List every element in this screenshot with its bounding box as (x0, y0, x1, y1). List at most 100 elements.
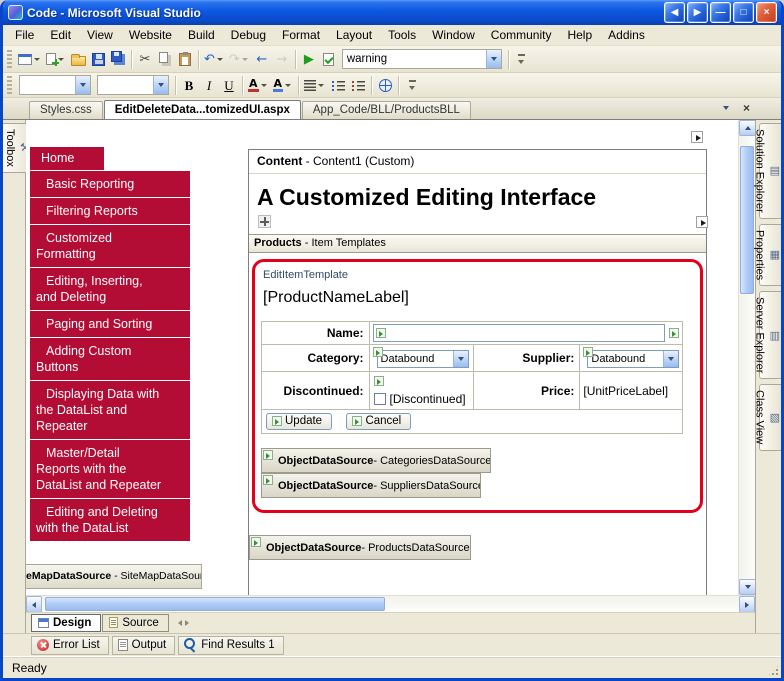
suppliers-datasource-control[interactable]: ObjectDataSource - SuppliersDataSource (261, 473, 481, 498)
content-placeholder[interactable]: Content - Content1 (Custom) A Customized… (248, 149, 707, 595)
menu-item-addins[interactable]: Addins (600, 26, 653, 45)
unit-price-label[interactable]: [UnitPriceLabel] (583, 384, 668, 398)
new-project-button[interactable] (16, 48, 44, 70)
formview-smart-tag-glyph[interactable] (696, 216, 708, 228)
italic-button[interactable]: I (199, 74, 219, 96)
supplier-dropdown[interactable]: Databound (587, 350, 679, 368)
nav-item-4[interactable]: Paging and Sorting (30, 311, 190, 337)
dropdown-arrow-icon[interactable] (283, 84, 293, 87)
vertical-scroll-thumb[interactable] (740, 146, 754, 294)
active-files-dropdown-button[interactable] (718, 101, 733, 115)
panel-tab-solution-explorer[interactable]: ▤Solution Explorer (759, 123, 781, 219)
open-file-button[interactable] (68, 48, 88, 70)
nav-item-2[interactable]: Customized Formatting (30, 225, 190, 267)
horizontal-scrollbar[interactable] (26, 595, 755, 612)
smart-tag-glyph[interactable] (263, 475, 273, 485)
underline-button[interactable]: U (219, 74, 239, 96)
style-combo[interactable] (19, 75, 91, 95)
alignment-button[interactable] (302, 74, 328, 96)
databinding-glyph[interactable] (373, 347, 383, 357)
menu-item-website[interactable]: Website (121, 26, 180, 45)
cut-button[interactable]: ✂ (135, 48, 155, 70)
tab-scroll-right-button[interactable] (185, 620, 189, 626)
output-tab[interactable]: Output (112, 636, 176, 655)
design-surface[interactable]: Home Basic ReportingFiltering ReportsCus… (26, 120, 738, 595)
smart-tag-glyph[interactable] (251, 537, 261, 547)
smart-tag-glyph[interactable] (263, 450, 273, 460)
tab-scroll-left-button[interactable] (178, 620, 182, 626)
categories-datasource-control[interactable]: ObjectDataSource - CategoriesDataSource (261, 448, 491, 473)
titlebar[interactable]: Code - Microsoft Visual Studio ◀▶—□× (3, 0, 781, 25)
menu-item-format[interactable]: Format (274, 26, 328, 45)
check-page-button[interactable] (319, 48, 339, 70)
scroll-left-button[interactable] (26, 596, 42, 613)
nav-item-5[interactable]: Adding Custom Buttons (30, 338, 190, 380)
document-tab[interactable]: App_Code/BLL/ProductsBLL (302, 101, 471, 119)
validator-glyph[interactable] (669, 328, 679, 338)
source-view-tab[interactable]: Source (102, 614, 168, 632)
databinding-glyph[interactable] (374, 376, 384, 386)
formview-header[interactable]: Products - Item Templates (249, 234, 706, 253)
menu-item-build[interactable]: Build (180, 26, 223, 45)
menu-item-edit[interactable]: Edit (42, 26, 79, 45)
menu-item-file[interactable]: File (7, 26, 42, 45)
dropdown-arrow-icon[interactable] (215, 58, 225, 61)
horizontal-scroll-track[interactable] (42, 596, 739, 612)
find-combo[interactable]: warning (342, 49, 502, 69)
bullet-list-button[interactable] (328, 74, 348, 96)
font-combo[interactable] (97, 75, 169, 95)
menu-item-layout[interactable]: Layout (328, 26, 380, 45)
document-tab[interactable]: Styles.css (29, 101, 103, 119)
save-button[interactable] (88, 48, 108, 70)
error-list-tab[interactable]: Error List (31, 636, 109, 655)
resize-grip[interactable] (767, 664, 780, 677)
add-new-item-button[interactable] (44, 48, 68, 70)
nav-item-8[interactable]: Editing and Deleting with the DataList (30, 499, 190, 541)
content-smart-tag-glyph[interactable] (691, 131, 703, 143)
close-button[interactable]: × (756, 2, 777, 23)
category-dropdown[interactable]: Databound (377, 350, 469, 368)
dropdown-arrow-icon[interactable] (316, 84, 326, 87)
scroll-down-button[interactable] (739, 579, 756, 595)
nav-item-7[interactable]: Master/Detail Reports with the DataList … (30, 440, 190, 498)
menu-item-help[interactable]: Help (559, 26, 600, 45)
nav-item-1[interactable]: Filtering Reports (30, 198, 190, 224)
nav-item-0[interactable]: Basic Reporting (30, 171, 190, 197)
vertical-scrollbar[interactable] (738, 120, 755, 595)
bold-button[interactable]: B (179, 74, 199, 96)
cancel-button[interactable]: Cancel (346, 413, 411, 430)
font-color-button[interactable]: A (246, 74, 271, 96)
minimize-button[interactable]: — (710, 2, 731, 23)
hyperlink-button[interactable] (375, 74, 395, 96)
products-datasource-control[interactable]: ObjectDataSource - ProductsDataSource (249, 535, 471, 560)
dropdown-arrow-icon[interactable] (453, 351, 468, 367)
redo-button[interactable]: ↷ (227, 48, 252, 70)
product-name-label[interactable]: [ProductNameLabel] (263, 289, 692, 307)
nav-item-3[interactable]: Editing, Inserting, and Deleting (30, 268, 190, 310)
numbered-list-button[interactable] (348, 74, 368, 96)
toolbar-options-button[interactable] (512, 48, 532, 70)
toolbar-options-button[interactable] (402, 74, 422, 96)
start-debug-button[interactable]: ▶ (299, 48, 319, 70)
dropdown-arrow-icon[interactable] (32, 58, 42, 61)
databinding-glyph[interactable] (376, 328, 386, 338)
title-dock-right-button[interactable]: ▶ (687, 2, 708, 23)
horizontal-scroll-thumb[interactable] (45, 597, 385, 611)
paste-button[interactable] (175, 48, 195, 70)
dropdown-arrow-icon[interactable] (663, 351, 678, 367)
dropdown-arrow-icon[interactable] (75, 76, 90, 94)
toolbar-grip[interactable] (7, 50, 12, 68)
design-view-tab[interactable]: Design (31, 614, 101, 632)
dropdown-arrow-icon[interactable] (259, 84, 269, 87)
navigate-forward-button[interactable]: → (272, 48, 292, 70)
panel-tab-server-explorer[interactable]: ▥Server Explorer (759, 291, 781, 379)
panel-tab-class-view[interactable]: ▧Class View (759, 384, 781, 450)
update-button[interactable]: Update (266, 413, 332, 430)
title-dock-left-button[interactable]: ◀ (664, 2, 685, 23)
dropdown-arrow-icon[interactable] (153, 76, 168, 94)
document-tab[interactable]: EditDeleteData...tomizedUI.aspx (104, 100, 301, 119)
panel-tab-properties[interactable]: ▦Properties (759, 224, 781, 286)
maximize-button[interactable]: □ (733, 2, 754, 23)
dropdown-arrow-icon[interactable] (486, 50, 501, 68)
product-name-textbox[interactable] (373, 324, 666, 342)
